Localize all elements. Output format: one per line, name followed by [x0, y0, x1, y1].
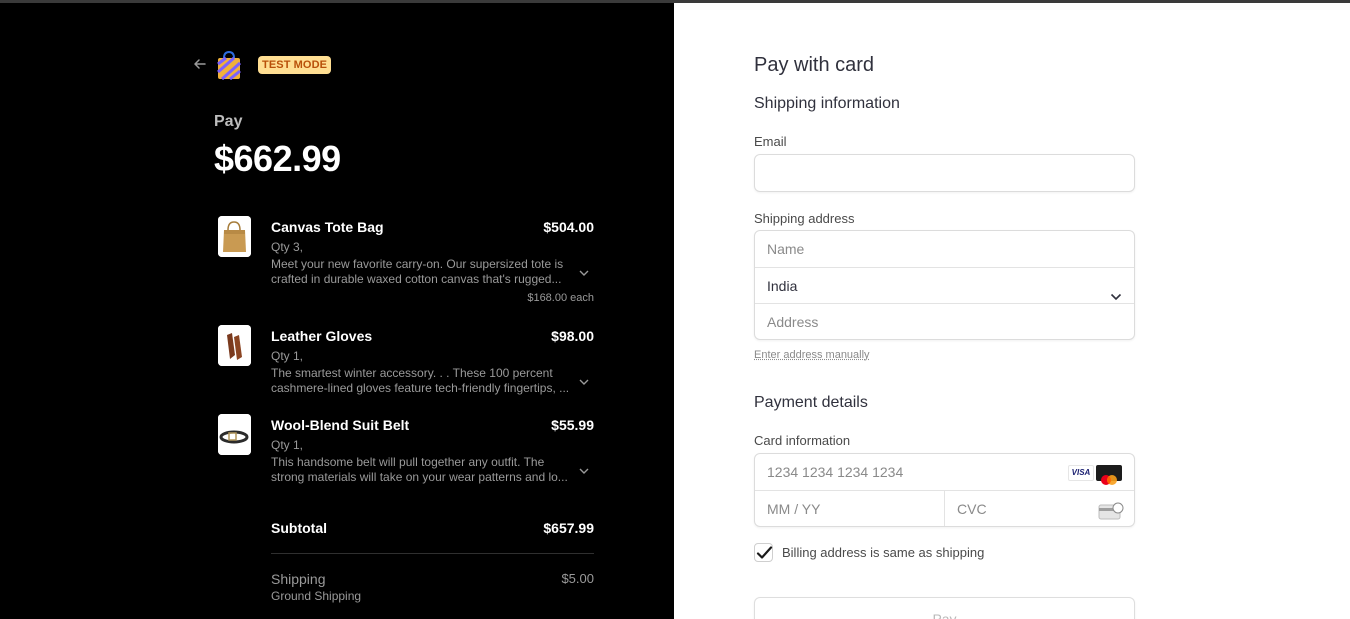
- cvc-card-icon: [1098, 499, 1124, 519]
- card-info-label: Card information: [754, 433, 850, 448]
- shopping-bag-icon: [216, 50, 242, 80]
- item-name: Leather Gloves: [271, 328, 372, 344]
- country-value: India: [767, 278, 797, 294]
- item-description: This handsome belt will pull together an…: [271, 455, 571, 485]
- test-mode-badge: TEST MODE: [258, 56, 331, 74]
- cvc-placeholder: CVC: [957, 501, 987, 517]
- item-price: $55.99: [551, 417, 594, 433]
- subtotal-label: Subtotal: [271, 520, 327, 536]
- address-input[interactable]: Address: [755, 303, 1134, 339]
- card-number-placeholder: 1234 1234 1234 1234: [767, 464, 903, 480]
- name-placeholder: Name: [767, 241, 804, 257]
- pay-label: Pay: [214, 113, 242, 131]
- item-qty: Qty 1,: [271, 438, 303, 452]
- total-amount: $662.99: [214, 138, 341, 180]
- billing-same-checkbox[interactable]: [754, 543, 773, 562]
- window-top-border: [0, 0, 1350, 3]
- line-item: Wool-Blend Suit Belt $55.99 Qty 1, This …: [218, 414, 594, 489]
- chevron-down-icon[interactable]: [578, 464, 590, 476]
- shipping-address-group: Name India Address: [754, 230, 1135, 340]
- item-price: $504.00: [543, 219, 594, 235]
- item-description: Meet your new favorite carry-on. Our sup…: [271, 257, 571, 287]
- subtotal-value: $657.99: [500, 520, 594, 536]
- billing-same-label: Billing address is same as shipping: [782, 545, 984, 560]
- tote-bag-thumbnail: [218, 216, 251, 257]
- order-summary-panel: TEST MODE Pay $662.99 Canvas Tote Bag $5…: [0, 0, 674, 619]
- email-field[interactable]: [754, 154, 1135, 192]
- item-description: The smartest winter accessory. . . These…: [271, 366, 571, 396]
- shipping-heading: Shipping information: [754, 95, 900, 113]
- item-name: Canvas Tote Bag: [271, 219, 384, 235]
- gloves-thumbnail: [218, 325, 251, 366]
- country-select[interactable]: India: [755, 267, 1134, 303]
- form-title: Pay with card: [754, 54, 874, 77]
- divider: [271, 553, 594, 554]
- chevron-down-icon[interactable]: [578, 375, 590, 387]
- card-number-input[interactable]: 1234 1234 1234 1234 VISA: [755, 454, 1134, 490]
- mastercard-icon: [1096, 465, 1122, 481]
- item-unit-price: $168.00 each: [527, 292, 594, 304]
- payment-form-panel: Pay with card Shipping information Email…: [674, 0, 1350, 619]
- chevron-down-icon[interactable]: [578, 266, 590, 278]
- shipping-method: Ground Shipping: [271, 589, 361, 603]
- item-qty: Qty 1,: [271, 349, 303, 363]
- visa-icon: VISA: [1068, 465, 1094, 481]
- shipping-value: $5.00: [500, 571, 594, 586]
- expiry-input[interactable]: MM / YY: [755, 490, 945, 527]
- chevron-down-icon: [1110, 280, 1122, 292]
- back-arrow-icon[interactable]: [192, 56, 208, 72]
- line-item: Canvas Tote Bag $504.00 Qty 3, Meet your…: [218, 216, 594, 311]
- address-placeholder: Address: [767, 314, 818, 330]
- belt-thumbnail: [218, 414, 251, 455]
- payment-heading: Payment details: [754, 394, 868, 412]
- item-name: Wool-Blend Suit Belt: [271, 417, 409, 433]
- item-price: $98.00: [551, 328, 594, 344]
- shipping-address-label: Shipping address: [754, 211, 854, 226]
- name-input[interactable]: Name: [755, 231, 1134, 267]
- pay-button[interactable]: Pay: [754, 597, 1135, 619]
- item-qty: Qty 3,: [271, 240, 303, 254]
- expiry-placeholder: MM / YY: [767, 501, 820, 517]
- cvc-input[interactable]: CVC: [945, 490, 1135, 527]
- shipping-label: Shipping: [271, 571, 326, 587]
- card-info-group: 1234 1234 1234 1234 VISA MM / YY CVC: [754, 453, 1135, 527]
- enter-address-manually-link[interactable]: Enter address manually: [754, 349, 870, 361]
- line-item: Leather Gloves $98.00 Qty 1, The smartes…: [218, 325, 594, 400]
- email-label: Email: [754, 134, 787, 149]
